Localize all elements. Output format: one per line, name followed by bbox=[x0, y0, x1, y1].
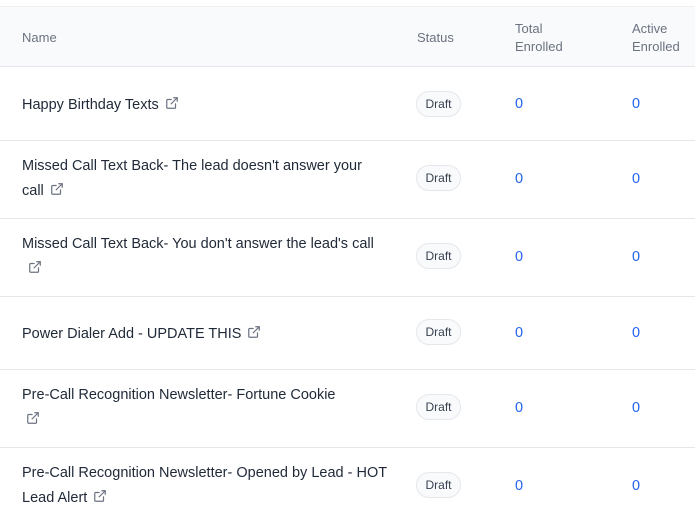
table-row: Missed Call Text Back- The lead doesn't … bbox=[0, 141, 695, 219]
workflow-name-link[interactable]: Missed Call Text Back- You don't answer … bbox=[22, 236, 374, 252]
total-enrolled-count[interactable]: 0 bbox=[515, 94, 523, 114]
column-header-total-line1: Total bbox=[515, 21, 543, 36]
active-enrolled-count[interactable]: 0 bbox=[632, 398, 640, 418]
total-enrolled-count[interactable]: 0 bbox=[515, 247, 523, 267]
total-enrolled-count[interactable]: 0 bbox=[515, 169, 523, 189]
workflow-name-cell[interactable]: Pre-Call Recognition Newsletter- Opened … bbox=[22, 461, 387, 511]
external-link-icon[interactable] bbox=[28, 260, 42, 274]
workflow-name-cell[interactable]: Missed Call Text Back- You don't answer … bbox=[22, 232, 387, 282]
workflow-name-cell[interactable]: Happy Birthday Texts bbox=[22, 93, 387, 118]
active-enrolled-count[interactable]: 0 bbox=[632, 323, 640, 343]
column-header-total-line2: Enrolled bbox=[515, 39, 563, 54]
external-link-icon[interactable] bbox=[26, 411, 40, 425]
status-badge: Draft bbox=[416, 91, 461, 117]
table-header: Name Status Total Enrolled Active Enroll… bbox=[0, 6, 695, 67]
workflow-name-link[interactable]: Missed Call Text Back- The lead doesn't … bbox=[22, 158, 362, 199]
table-row: Pre-Call Recognition Newsletter- Fortune… bbox=[0, 370, 695, 448]
table-row: Happy Birthday Texts Draft 0 0 bbox=[0, 67, 695, 141]
active-enrolled-count[interactable]: 0 bbox=[632, 169, 640, 189]
total-enrolled-count[interactable]: 0 bbox=[515, 398, 523, 418]
workflow-name-cell[interactable]: Missed Call Text Back- The lead doesn't … bbox=[22, 154, 387, 204]
total-enrolled-count[interactable]: 0 bbox=[515, 476, 523, 496]
active-enrolled-count[interactable]: 0 bbox=[632, 94, 640, 114]
workflow-name-link[interactable]: Happy Birthday Texts bbox=[22, 97, 159, 113]
active-enrolled-count[interactable]: 0 bbox=[632, 476, 640, 496]
column-header-active-line2: Enrolled bbox=[632, 39, 680, 54]
status-badge: Draft bbox=[416, 243, 461, 269]
active-enrolled-count[interactable]: 0 bbox=[632, 247, 640, 267]
table-row: Pre-Call Recognition Newsletter- Opened … bbox=[0, 448, 695, 525]
external-link-icon[interactable] bbox=[93, 489, 107, 503]
status-badge: Draft bbox=[416, 319, 461, 345]
status-badge: Draft bbox=[416, 472, 461, 498]
column-header-status[interactable]: Status bbox=[417, 29, 454, 47]
external-link-icon[interactable] bbox=[165, 96, 179, 110]
column-header-active-line1: Active bbox=[632, 21, 668, 36]
workflow-name-link[interactable]: Pre-Call Recognition Newsletter- Opened … bbox=[22, 465, 387, 506]
status-badge: Draft bbox=[416, 394, 461, 420]
total-enrolled-count[interactable]: 0 bbox=[515, 323, 523, 343]
status-badge: Draft bbox=[416, 165, 461, 191]
workflow-name-link[interactable]: Power Dialer Add - UPDATE THIS bbox=[22, 326, 241, 342]
external-link-icon[interactable] bbox=[50, 182, 64, 196]
workflow-name-link[interactable]: Pre-Call Recognition Newsletter- Fortune… bbox=[22, 387, 336, 403]
column-header-total-enrolled[interactable]: Total Enrolled bbox=[515, 20, 585, 56]
workflow-name-cell[interactable]: Power Dialer Add - UPDATE THIS bbox=[22, 322, 387, 347]
column-header-active-enrolled[interactable]: Active Enrolled bbox=[632, 20, 695, 56]
workflow-name-cell[interactable]: Pre-Call Recognition Newsletter- Fortune… bbox=[22, 383, 387, 433]
workflows-table: Name Status Total Enrolled Active Enroll… bbox=[0, 0, 695, 525]
table-row: Missed Call Text Back- You don't answer … bbox=[0, 219, 695, 297]
external-link-icon[interactable] bbox=[247, 325, 261, 339]
column-header-name[interactable]: Name bbox=[22, 29, 57, 47]
table-row: Power Dialer Add - UPDATE THIS Draft 0 0 bbox=[0, 297, 695, 370]
